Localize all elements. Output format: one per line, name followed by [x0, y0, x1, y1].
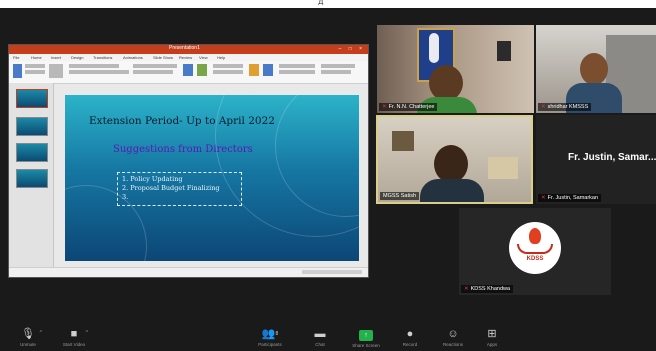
participant-tile-1[interactable]: ✕ Fr. N.N. Chatterjee: [377, 25, 534, 113]
participant-name-tag: MGSS Satish: [380, 192, 420, 200]
chat-button[interactable]: ▬ Chat: [300, 328, 340, 347]
slide-thumbnail[interactable]: [16, 143, 48, 162]
share-screen-icon: ↑: [359, 330, 373, 341]
meeting-toolbar: 🎙 ^ Unmute ■ ^ Start Video 👥8 Participan…: [0, 323, 656, 351]
record-button[interactable]: ● Record: [390, 328, 430, 347]
participant-tile-3[interactable]: MGSS Satish: [376, 115, 533, 204]
slide-canvas[interactable]: Extension Period- Up to April 2022 Sugge…: [65, 95, 359, 261]
ppt-tab[interactable]: View: [199, 55, 208, 60]
chat-icon: ▬: [314, 328, 326, 340]
record-icon: ●: [406, 328, 414, 340]
ppt-window-controls[interactable]: – □ ×: [339, 46, 366, 52]
participant-tile-2[interactable]: ✕ shridhar KMSSS: [536, 25, 656, 113]
ppt-tab[interactable]: Review: [179, 55, 192, 60]
slide-subtitle: Suggestions from Directors: [113, 144, 253, 155]
mic-muted-icon: ✕: [541, 104, 546, 110]
slide-thumbnail[interactable]: [16, 117, 48, 136]
ppt-tab[interactable]: File: [13, 55, 19, 60]
participant-name-tag: ✕ shridhar KMSSS: [538, 103, 592, 111]
slide-thumbnail[interactable]: [16, 169, 48, 188]
share-screen-button[interactable]: ↑ Share Screen: [346, 328, 386, 348]
mic-muted-icon: ✕: [464, 286, 469, 292]
video-off-icon: ■: [70, 328, 78, 340]
ppt-tab[interactable]: Design: [71, 55, 83, 60]
mic-muted-icon: ✕: [541, 195, 546, 201]
chevron-up-icon[interactable]: ^: [86, 330, 88, 336]
zoom-slider[interactable]: [302, 270, 362, 274]
ppt-tab[interactable]: Home: [31, 55, 42, 60]
apps-button[interactable]: ⊞ Apps: [472, 328, 512, 347]
slide-list: 1. Policy Updating 2. Proposal Budget Fi…: [122, 175, 220, 202]
participant-tile-5[interactable]: KDSS ✕ KDSS Khandwa: [459, 208, 611, 295]
slide-thumbnail-pane[interactable]: [9, 83, 54, 267]
slide-thumbnail[interactable]: [16, 89, 48, 108]
slide-list-item: 1. Policy Updating: [122, 175, 183, 183]
shared-screen-powerpoint[interactable]: Presentation1 – □ × File Home Insert Des…: [8, 44, 369, 278]
participants-button[interactable]: 👥8 Participants: [250, 328, 290, 347]
ppt-status-bar: [9, 267, 368, 277]
start-video-button[interactable]: ■ ^ Start Video: [54, 328, 94, 347]
participant-name-tag: ✕ KDSS Khandwa: [461, 285, 514, 293]
top-strip: д: [0, 0, 656, 8]
ppt-window-title: Presentation1: [169, 45, 200, 51]
mic-muted-icon: 🎙: [21, 328, 35, 340]
mic-muted-icon: ✕: [382, 104, 387, 110]
ppt-tab[interactable]: Help: [217, 55, 225, 60]
participant-name-tag: ✕ Fr. N.N. Chatterjee: [379, 103, 438, 111]
participants-icon: 👥8: [261, 328, 279, 340]
unmute-button[interactable]: 🎙 ^ Unmute: [8, 328, 48, 347]
participant-name-tag: ✕ Fr. Justin, Samarkan: [538, 194, 602, 202]
slide-title: Extension Period- Up to April 2022: [89, 115, 275, 127]
ppt-tab[interactable]: Slide Show: [153, 55, 173, 60]
apps-icon: ⊞: [487, 328, 497, 340]
reactions-icon: ☺: [447, 328, 459, 340]
ppt-title-bar: Presentation1 – □ ×: [9, 45, 368, 54]
ppt-tab[interactable]: Insert: [51, 55, 61, 60]
participant-display-name: Fr. Justin, Samar...: [568, 152, 656, 163]
slide-list-item: 3.: [122, 193, 129, 201]
reactions-button[interactable]: ☺ Reactions: [433, 328, 473, 347]
top-marker: д: [318, 0, 324, 6]
chevron-up-icon[interactable]: ^: [40, 330, 42, 336]
ppt-ribbon[interactable]: [9, 61, 368, 84]
organization-logo: KDSS: [509, 222, 561, 274]
slide-list-item: 2. Proposal Budget Finalizing: [122, 184, 220, 192]
ppt-tab[interactable]: Animations: [123, 55, 143, 60]
ppt-tab[interactable]: Transitions: [93, 55, 112, 60]
